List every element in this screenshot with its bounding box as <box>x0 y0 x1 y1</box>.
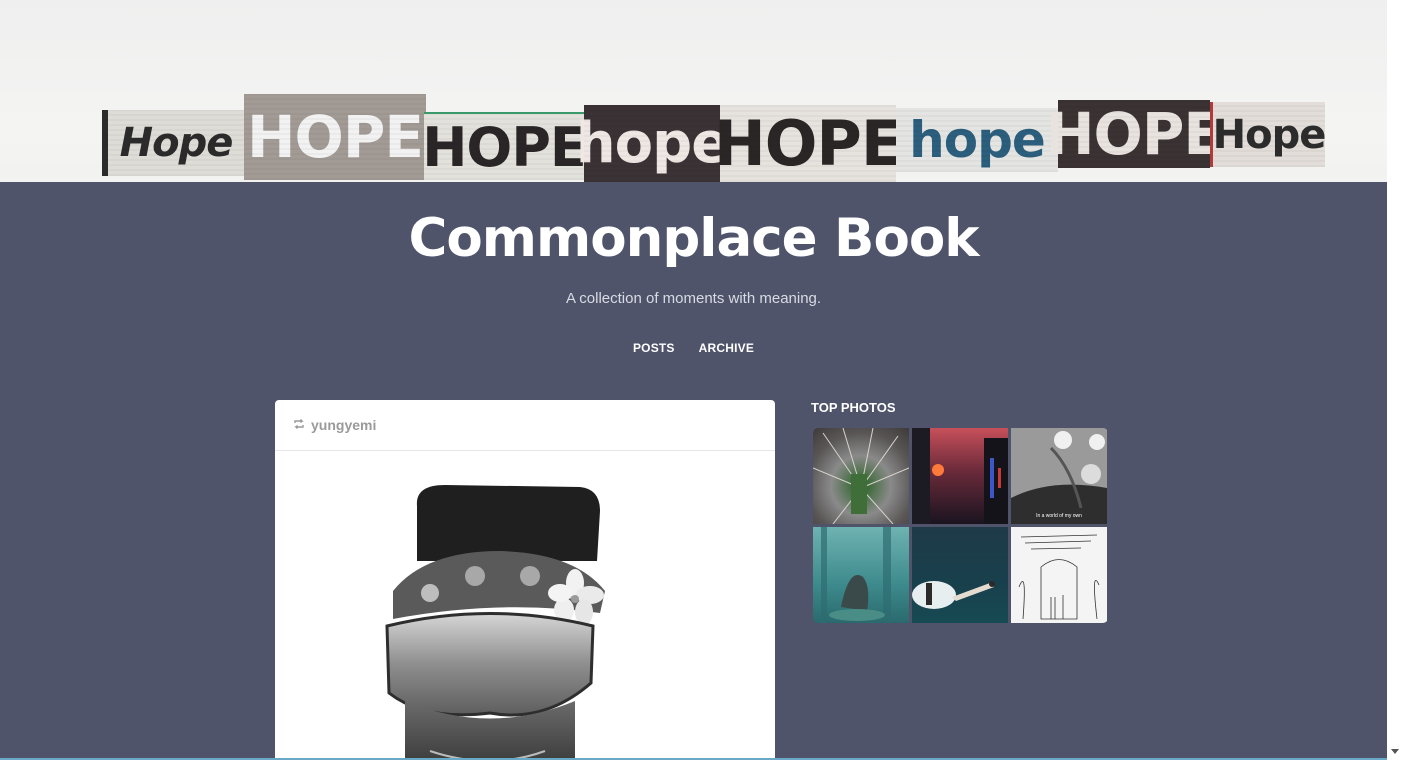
top-photos-grid: In a world of my own <box>813 428 1108 623</box>
nav-posts-link[interactable]: POSTS <box>633 341 675 355</box>
photo-thumbnail[interactable] <box>912 527 1008 623</box>
photo-thumbnail[interactable] <box>813 428 909 524</box>
nav-archive-link[interactable]: ARCHIVE <box>699 341 754 355</box>
header-banner: Hope HOPE HOPE hope HOPE hope HOPE Hope <box>0 0 1387 182</box>
banner-clipping-text: HOPE <box>713 107 903 180</box>
banner-clipping-text: HOPE <box>1046 100 1223 168</box>
scroll-down-icon[interactable] <box>1391 749 1399 754</box>
top-photos-title: TOP PHOTOS <box>811 400 896 415</box>
main-nav: POSTS ARCHIVE <box>0 341 1387 355</box>
post-card: yungyemi <box>275 400 775 760</box>
photo-thumbnail[interactable] <box>1011 527 1107 623</box>
banner-clipping-text: HOPE <box>422 115 587 179</box>
post-header: yungyemi <box>275 400 775 451</box>
site-title[interactable]: Commonplace Book <box>0 208 1387 269</box>
post-username[interactable]: yungyemi <box>311 417 376 433</box>
post-image[interactable] <box>275 451 775 760</box>
banner-clipping-text: hope <box>909 111 1046 169</box>
site-description: A collection of moments with meaning. <box>565 290 822 307</box>
photo-thumbnail[interactable] <box>912 428 1008 524</box>
banner-clipping-text: HOPE <box>247 103 424 171</box>
banner-clipping-3: HOPE <box>422 112 587 180</box>
banner-clipping-2: HOPE <box>244 94 426 180</box>
main-content: Commonplace Book A collection of moments… <box>0 182 1387 760</box>
photo-thumbnail[interactable]: In a world of my own <box>1011 428 1107 524</box>
banner-clipping-5: HOPE <box>714 105 903 182</box>
banner-clipping-4: hope <box>576 105 729 182</box>
banner-clipping-text: Hope <box>1212 111 1327 158</box>
banner-clipping-8: Hope <box>1210 102 1327 167</box>
banner-clipping-6: hope <box>896 108 1058 172</box>
banner-clipping-1: Hope <box>102 110 244 176</box>
vertical-scrollbar[interactable] <box>1387 0 1404 760</box>
banner-clipping-text: hope <box>575 111 729 176</box>
banner-clipping-text: Hope <box>119 120 234 166</box>
photo-caption: In a world of my own <box>1036 513 1082 519</box>
banner-clipping-7: HOPE <box>1046 100 1223 168</box>
photo-thumbnail[interactable] <box>813 527 909 623</box>
reblog-icon <box>293 418 305 433</box>
